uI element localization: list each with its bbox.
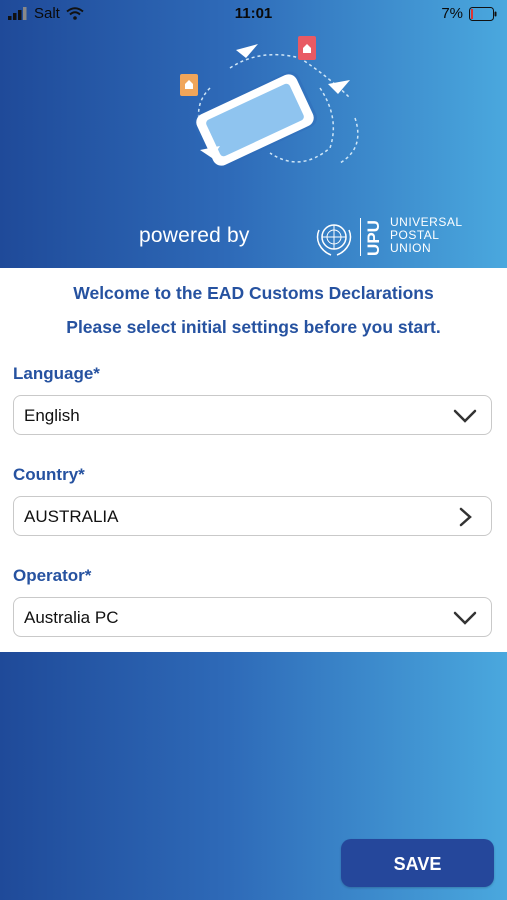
- logo-divider: [360, 218, 361, 256]
- country-select[interactable]: AUSTRALIA: [13, 496, 492, 536]
- header-banner: Salt 11:01 7% powered by UPU UNIVERSAL P…: [0, 0, 507, 268]
- phone-illustration: [180, 36, 359, 169]
- upu-mark: UPU: [363, 218, 384, 256]
- language-select[interactable]: English: [13, 395, 492, 435]
- country-value: AUSTRALIA: [24, 507, 119, 526]
- org-line-3: UNION: [390, 241, 432, 255]
- settings-form: Welcome to the EAD Customs Declarations …: [0, 268, 507, 652]
- operator-value: Australia PC: [24, 608, 119, 627]
- un-emblem-icon: [316, 224, 352, 256]
- org-name: UNIVERSAL POSTAL UNION: [390, 216, 463, 255]
- welcome-subtitle: Please select initial settings before yo…: [66, 317, 441, 337]
- powered-by-row: powered by UPU UNIVERSAL POSTAL UNION: [0, 212, 507, 264]
- status-time: 11:01: [234, 5, 273, 22]
- chevron-right-icon: [459, 507, 472, 527]
- chevron-down-icon: [453, 611, 477, 625]
- battery-percent: 7%: [441, 5, 463, 22]
- bottom-panel: SAVE: [0, 652, 507, 900]
- status-right: 7%: [441, 5, 497, 22]
- operator-select[interactable]: Australia PC: [13, 597, 492, 637]
- upu-mark-text: UPU: [363, 220, 383, 256]
- powered-by-text: powered by: [139, 224, 250, 247]
- country-label: Country*: [13, 465, 85, 484]
- language-value: English: [24, 406, 80, 425]
- chevron-down-icon: [453, 409, 477, 423]
- battery-icon: [469, 6, 497, 21]
- welcome-title: Welcome to the EAD Customs Declarations: [73, 283, 434, 303]
- language-label: Language*: [13, 364, 100, 383]
- status-bar: Salt 11:01 7%: [0, 0, 507, 28]
- save-button[interactable]: SAVE: [341, 839, 494, 887]
- operator-label: Operator*: [13, 566, 92, 585]
